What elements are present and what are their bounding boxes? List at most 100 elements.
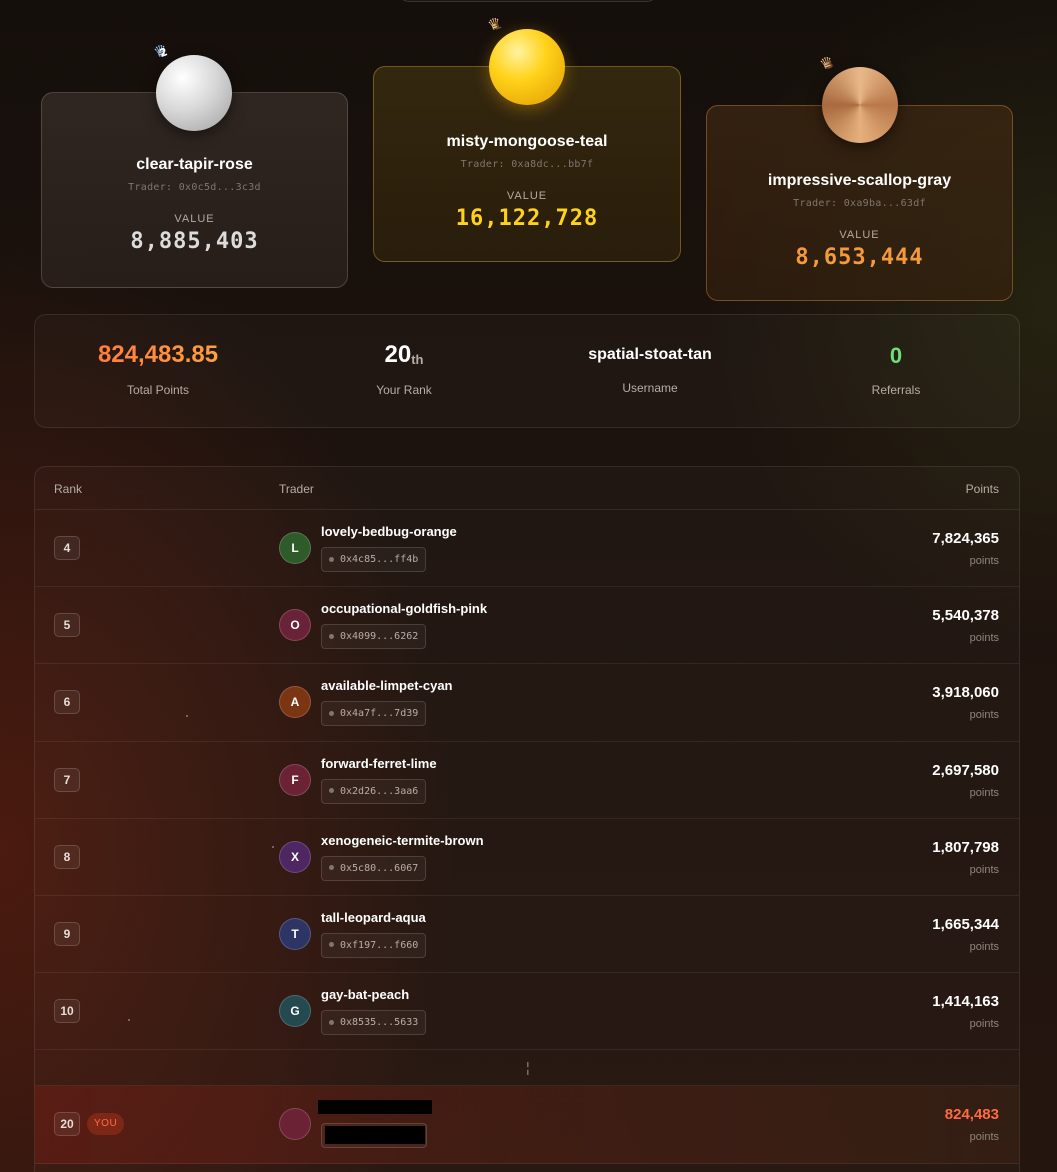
dot-icon <box>329 1019 334 1025</box>
podium-third-value: 8,653,444 <box>795 245 924 270</box>
podium-third-value-label: VALUE <box>839 229 880 241</box>
points-unit: points <box>969 632 999 645</box>
points-unit: points <box>969 555 999 567</box>
referrals-label: Referrals <box>871 383 921 397</box>
podium-first-value-label: VALUE <box>506 190 548 202</box>
trader-name: available-limpet-cyan <box>321 678 453 694</box>
dot-icon <box>329 556 334 562</box>
podium-second-value: 8,885,403 <box>130 229 259 254</box>
table-row[interactable]: 5 Ooccupational-goldfish-pink 0x4099...626… <box>35 587 1019 665</box>
total-points-label: Total Points <box>126 383 190 397</box>
rank-badge: 6 <box>54 690 80 715</box>
stat-username: spatial-stoat-tan Username <box>527 315 773 395</box>
user-stats-panel: 824,483.85 Total Points 20th Your Rank s… <box>34 314 1020 428</box>
table-header: Rank Trader Points <box>35 467 1019 510</box>
table-row[interactable]: 10 Ggay-bat-peach 0x8535...5633 1,414,163 po… <box>35 973 1019 1051</box>
rank-badge: 20 <box>54 1112 80 1137</box>
crown-icon: ♛ 1 <box>485 13 504 35</box>
dot-icon <box>329 865 334 871</box>
podium-second-value-label: VALUE <box>174 213 215 225</box>
trader-address: 0x4c85...ff4b <box>340 554 419 565</box>
username-value: spatial-stoat-tan <box>588 346 712 363</box>
speck <box>128 1019 130 1021</box>
avatar <box>279 1108 311 1141</box>
points-cell: 2,697,580 points <box>932 762 999 799</box>
header-trader: Trader <box>279 482 314 496</box>
podium-second-name: clear-tapir-rose <box>136 156 253 173</box>
trader-address: 0x5c80...6067 <box>340 862 419 874</box>
avatar: T <box>279 917 311 950</box>
speck <box>186 715 188 717</box>
crown-icon: ♛ 3 <box>817 52 836 74</box>
table-row[interactable]: 8 Xxenogeneic-termite-brown 0x5c80...6067 1… <box>35 819 1019 896</box>
rank-badge: 9 <box>54 921 80 946</box>
points-cell: 1,807,798 points <box>932 839 999 876</box>
dot-icon <box>329 633 334 639</box>
podium-third-name: impressive-scallop-gray <box>767 172 952 189</box>
username-label: Username <box>622 381 678 395</box>
trader-address-chip[interactable]: 0x2d26...3aa6 <box>321 778 427 804</box>
avatar: X <box>279 840 311 873</box>
points-unit: points <box>969 863 999 876</box>
dot-icon <box>329 710 334 716</box>
avatar: G <box>279 995 311 1028</box>
points-cell: 3,918,060 points <box>932 684 999 721</box>
trader-address: 0xf197...f660 <box>340 939 419 951</box>
points-value: 5,540,378 <box>932 607 999 625</box>
redacted-name <box>318 1100 432 1115</box>
gold-medal-icon <box>489 29 565 105</box>
points-cell: 5,540,378 points <box>932 607 999 644</box>
gap-ellipsis: ¦ <box>526 1059 530 1076</box>
crown-icon: ♛ 2 <box>151 40 170 62</box>
points-cell: 7,824,365 points <box>932 530 999 567</box>
table-row[interactable]: 9 Ttall-leopard-aqua 0xf197...f660 1,665,34… <box>35 896 1019 974</box>
crown-number-second: 2 <box>157 45 170 61</box>
table-gap: ¦ <box>35 1050 1019 1087</box>
table-row[interactable]: 6 Aavailable-limpet-cyan 0x4a7f...7d39 3,91… <box>35 664 1019 742</box>
table-row[interactable]: 4 Llovely-bedbug-orange 0x4c85...ff4b 7,824… <box>35 510 1019 588</box>
points-cell: 824,483 points <box>945 1106 999 1143</box>
points-value: 2,697,580 <box>932 761 999 779</box>
rank-badge: 7 <box>54 767 80 792</box>
points-unit: points <box>969 1018 999 1031</box>
stat-your-rank: 20th Your Rank <box>281 315 527 397</box>
trader-address-chip[interactable]: 0x5c80...6067 <box>321 855 427 881</box>
referrals-value: 0 <box>889 343 903 368</box>
table-row[interactable]: 7 Fforward-ferret-lime 0x2d26...3aa6 2,697,… <box>35 742 1019 819</box>
points-unit: points <box>969 786 999 799</box>
trader-address-chip[interactable]: 0x4c85...ff4b <box>321 547 427 572</box>
trader-name: xenogeneic-termite-brown <box>321 832 484 848</box>
you-badge: YOU <box>87 1113 125 1136</box>
stat-total-points: 824,483.85 Total Points <box>35 315 281 397</box>
your-rank-label: Your Rank <box>376 383 432 397</box>
header-points: Points <box>965 482 999 496</box>
points-cell: 1,414,163 points <box>932 993 999 1030</box>
trader-name: forward-ferret-lime <box>321 755 437 771</box>
points-value: 1,665,344 <box>932 915 999 933</box>
your-rank-suffix: th <box>411 352 424 367</box>
top-tab-pill[interactable] <box>398 0 658 2</box>
trader-name: lovely-bedbug-orange <box>321 524 457 539</box>
rank-badge: 5 <box>54 613 80 638</box>
points-value: 7,824,365 <box>932 530 999 547</box>
trader-address-chip[interactable]: 0x4099...6262 <box>321 624 427 650</box>
points-unit: points <box>969 709 999 722</box>
podium-second-trader: Trader: 0x0c5d...3c3d <box>128 182 261 193</box>
trader-address-chip[interactable]: 0xf197...f660 <box>321 932 427 958</box>
trader-address: 0x4a7f...7d39 <box>340 708 419 720</box>
stat-referrals: 0 Referrals <box>773 315 1019 397</box>
points-value: 3,918,060 <box>932 684 999 702</box>
table-row-you[interactable]: 20 YOU 824,483 points <box>35 1086 1019 1164</box>
trader-address: 0x4099...6262 <box>340 631 419 643</box>
avatar: L <box>279 532 311 564</box>
dot-icon <box>329 942 334 948</box>
avatar: A <box>279 686 311 719</box>
points-value: 1,807,798 <box>932 838 999 856</box>
trader-address-chip[interactable]: 0x8535...5633 <box>321 1010 427 1036</box>
trader-address-chip[interactable]: 0x4a7f...7d39 <box>321 701 427 727</box>
points-cell: 1,665,344 points <box>932 916 999 953</box>
podium-third-trader: Trader: 0xa9ba...63df <box>793 198 926 209</box>
trader-name: tall-leopard-aqua <box>321 909 426 925</box>
crown-number-first: 1 <box>491 18 504 34</box>
speck <box>272 846 274 848</box>
